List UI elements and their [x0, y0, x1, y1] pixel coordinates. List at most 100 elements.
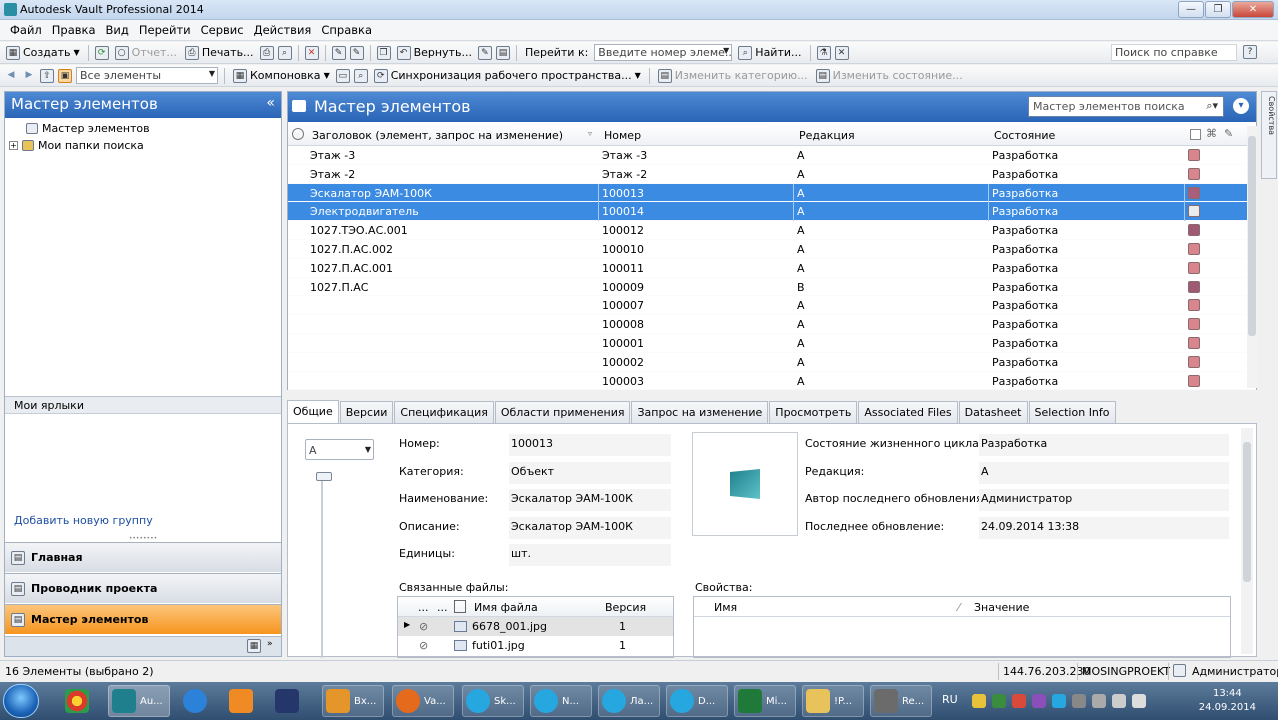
- grid-row[interactable]: 100008 A Разработка: [288, 315, 1256, 334]
- minimize-button[interactable]: —: [1178, 1, 1204, 18]
- volume-icon[interactable]: [1112, 694, 1126, 708]
- grid-row[interactable]: 1027.ТЭО.АС.001 100012 A Разработка: [288, 221, 1256, 240]
- item-icon[interactable]: ▤: [495, 45, 510, 60]
- grid-row[interactable]: 100001 A Разработка: [288, 334, 1256, 353]
- network-icon[interactable]: [1092, 694, 1106, 708]
- assign-icon[interactable]: ✎: [477, 45, 492, 60]
- clock[interactable]: 13:44 24.09.2014: [1199, 687, 1256, 715]
- property-name-column[interactable]: Имя: [714, 601, 737, 614]
- taskbar-firefox[interactable]: Va...: [392, 685, 454, 717]
- taskbar-chrome[interactable]: [62, 685, 98, 717]
- refresh-icon[interactable]: ⟳: [94, 45, 109, 60]
- taskbar-chat1[interactable]: N...: [530, 685, 592, 717]
- tray-icon[interactable]: [1072, 694, 1086, 708]
- search-folder-icon[interactable]: ⌕: [353, 68, 368, 83]
- tab-6[interactable]: Associated Files: [858, 401, 958, 423]
- file-version-column[interactable]: Версия: [605, 601, 646, 614]
- tab-5[interactable]: Просмотреть: [769, 401, 858, 423]
- column-header-number[interactable]: Номер: [604, 129, 641, 142]
- properties-side-tab[interactable]: Свойства: [1261, 91, 1277, 179]
- column-header-state[interactable]: Состояние: [994, 129, 1055, 142]
- taskbar-excel[interactable]: Mi...: [734, 685, 796, 717]
- clear-filter-icon[interactable]: ✕: [834, 45, 849, 60]
- tray-icon[interactable]: [972, 694, 986, 708]
- up-level-icon[interactable]: ⇧: [40, 68, 54, 83]
- property-value-column[interactable]: Значение: [974, 601, 1029, 614]
- menu-tools[interactable]: Сервис: [201, 23, 244, 37]
- tree-item-item-master[interactable]: Мастер элементов: [9, 120, 150, 137]
- copy-icon[interactable]: ❐: [376, 45, 391, 60]
- onenote-icon[interactable]: [1032, 694, 1046, 708]
- tab-7[interactable]: Datasheet: [958, 401, 1028, 423]
- menu-go[interactable]: Перейти: [139, 23, 191, 37]
- goto-item-input[interactable]: Введите номер элеме... ▼: [594, 44, 733, 61]
- tab-0[interactable]: Общие: [287, 400, 339, 424]
- taskbar-skype[interactable]: Sk...: [462, 685, 524, 717]
- select-all-radio[interactable]: [292, 128, 304, 140]
- tree-item-search-folders[interactable]: + Мои папки поиска: [9, 137, 150, 154]
- maximize-button[interactable]: ❐: [1205, 1, 1231, 18]
- nav-home[interactable]: ▤ Главная: [5, 542, 281, 572]
- revision-slider-handle[interactable]: [316, 472, 332, 481]
- find-button[interactable]: ⌕ Найти...: [736, 44, 803, 62]
- back-arrow-icon[interactable]: ◀: [4, 69, 18, 83]
- delete-icon[interactable]: ✕: [304, 45, 319, 60]
- taskbar-ie[interactable]: [180, 685, 216, 717]
- menu-view[interactable]: Вид: [106, 23, 129, 37]
- edit-icon[interactable]: ✎: [1224, 127, 1233, 140]
- menu-actions[interactable]: Действия: [254, 23, 312, 37]
- grid-row[interactable]: 100003 A Разработка: [288, 372, 1256, 391]
- overflow-icon[interactable]: »: [267, 639, 273, 649]
- items-filter-select[interactable]: Все элементы ▼: [76, 67, 218, 84]
- menu-file[interactable]: Файл: [10, 23, 42, 37]
- help-search-input[interactable]: Поиск по справке: [1111, 44, 1237, 61]
- edit-properties-icon[interactable]: ✎: [349, 45, 364, 60]
- taskbar-recorder[interactable]: Re...: [870, 685, 932, 717]
- taskbar-autodesk[interactable]: [272, 685, 308, 717]
- add-group-link[interactable]: Добавить новую группу: [14, 514, 153, 527]
- collapse-icon[interactable]: «: [266, 95, 275, 111]
- print-button[interactable]: ⎙ Печать...: [183, 44, 256, 62]
- taskbar-outlook[interactable]: Вх...: [322, 685, 384, 717]
- revision-select[interactable]: A ▼: [305, 439, 374, 460]
- scroll-thumb[interactable]: [1248, 136, 1256, 336]
- splitter-grip[interactable]: ••••••••: [5, 535, 281, 542]
- menu-help[interactable]: Справка: [321, 23, 372, 37]
- grid-row[interactable]: Этаж -2 Этаж -2 A Разработка: [288, 165, 1256, 184]
- column-chooser-checkbox[interactable]: [1190, 129, 1201, 140]
- grid-row[interactable]: 1027.П.АС 100009 B Разработка: [288, 278, 1256, 297]
- tag-icon[interactable]: ⌘: [1206, 127, 1217, 140]
- grid-row[interactable]: Эскалатор ЭАМ-100К 100013 A Разработка: [288, 183, 1256, 203]
- configure-pane-icon[interactable]: ▦: [247, 639, 261, 653]
- help-icon[interactable]: ?: [1243, 45, 1257, 59]
- printer-icon[interactable]: ⎙: [259, 45, 274, 60]
- tab-1[interactable]: Версии: [339, 401, 394, 423]
- taskbar-media[interactable]: [226, 685, 262, 717]
- column-header-revision[interactable]: Редакция: [799, 129, 855, 142]
- details-scrollbar[interactable]: [1241, 428, 1253, 654]
- taskbar-explorer[interactable]: !P...: [802, 685, 864, 717]
- tab-2[interactable]: Спецификация: [394, 401, 494, 423]
- grid-row[interactable]: Электродвигатель 100014 A Разработка: [288, 202, 1256, 222]
- taskbar-chat3[interactable]: D...: [666, 685, 728, 717]
- skype-tray-icon[interactable]: [1052, 694, 1066, 708]
- menu-edit[interactable]: Правка: [52, 23, 96, 37]
- change-state-button[interactable]: ▤ Изменить состояние...: [814, 67, 965, 85]
- sync-workspace-button[interactable]: ⟳ Синхронизация рабочего пространства... ▼: [372, 67, 643, 85]
- grid-row[interactable]: 1027.П.АС.002 100010 A Разработка: [288, 240, 1256, 259]
- grid-row[interactable]: 100002 A Разработка: [288, 353, 1256, 372]
- layout-button[interactable]: ▦ Компоновка ▼: [231, 67, 332, 85]
- nav-project-explorer[interactable]: ▤ Проводник проекта: [5, 573, 281, 603]
- file-name-column[interactable]: Имя файла: [474, 601, 538, 614]
- undo-checkout-button[interactable]: ↶ Вернуть...: [395, 44, 474, 62]
- grid-scrollbar[interactable]: [1247, 126, 1257, 388]
- file-row[interactable]: ▶ ⊘ 6678_001.jpg 1: [398, 617, 673, 636]
- change-category-button[interactable]: ▤ Изменить категорию...: [656, 67, 810, 85]
- nav-item-master[interactable]: ▤ Мастер элементов: [5, 604, 281, 634]
- grid-row[interactable]: 100007 A Разработка: [288, 296, 1256, 316]
- taskbar-chat2[interactable]: Ла...: [598, 685, 660, 717]
- forward-arrow-icon[interactable]: ▶: [22, 69, 36, 83]
- grid-row[interactable]: Этаж -3 Этаж -3 A Разработка: [288, 146, 1256, 165]
- report-button[interactable]: ○ Отчет...: [113, 44, 179, 62]
- column-header-title[interactable]: Заголовок (элемент, запрос на изменение): [312, 129, 563, 142]
